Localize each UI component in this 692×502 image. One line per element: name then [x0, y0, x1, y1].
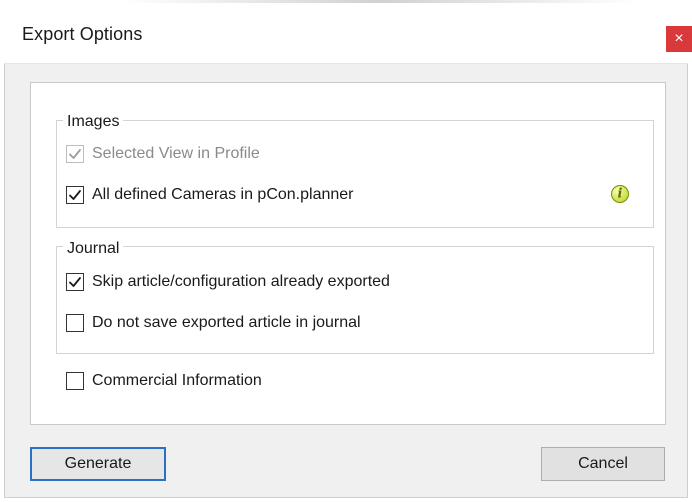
generate-button[interactable]: Generate — [30, 447, 166, 481]
check-icon — [69, 190, 81, 200]
do-not-save-label: Do not save exported article in journal — [92, 314, 361, 331]
skip-exported-checkbox[interactable] — [66, 273, 84, 291]
cancel-button[interactable]: Cancel — [541, 447, 665, 481]
all-cameras-label: All defined Cameras in pCon.planner — [92, 186, 354, 203]
images-group — [56, 120, 654, 228]
commercial-information-label: Commercial Information — [92, 372, 262, 389]
option-do-not-save[interactable]: Do not save exported article in journal — [66, 313, 361, 333]
check-icon — [69, 149, 81, 159]
all-cameras-checkbox[interactable] — [66, 186, 84, 204]
selected-view-checkbox[interactable] — [66, 145, 84, 163]
commercial-information-checkbox[interactable] — [66, 372, 84, 390]
background-fade — [120, 0, 640, 3]
info-icon[interactable]: i — [611, 185, 629, 203]
option-skip-exported[interactable]: Skip article/configuration already expor… — [66, 272, 390, 292]
selected-view-label: Selected View in Profile — [92, 145, 260, 162]
dialog-title: Export Options — [22, 24, 143, 44]
option-commercial-information[interactable]: Commercial Information — [66, 371, 262, 391]
journal-group — [56, 246, 654, 354]
journal-legend: Journal — [63, 240, 124, 258]
images-legend: Images — [63, 113, 124, 131]
skip-exported-label: Skip article/configuration already expor… — [92, 273, 390, 290]
close-icon[interactable]: × — [666, 26, 692, 52]
option-selected-view[interactable]: Selected View in Profile — [66, 144, 260, 164]
option-all-cameras[interactable]: All defined Cameras in pCon.planner — [66, 185, 353, 205]
do-not-save-checkbox[interactable] — [66, 314, 84, 332]
check-icon — [69, 277, 81, 287]
